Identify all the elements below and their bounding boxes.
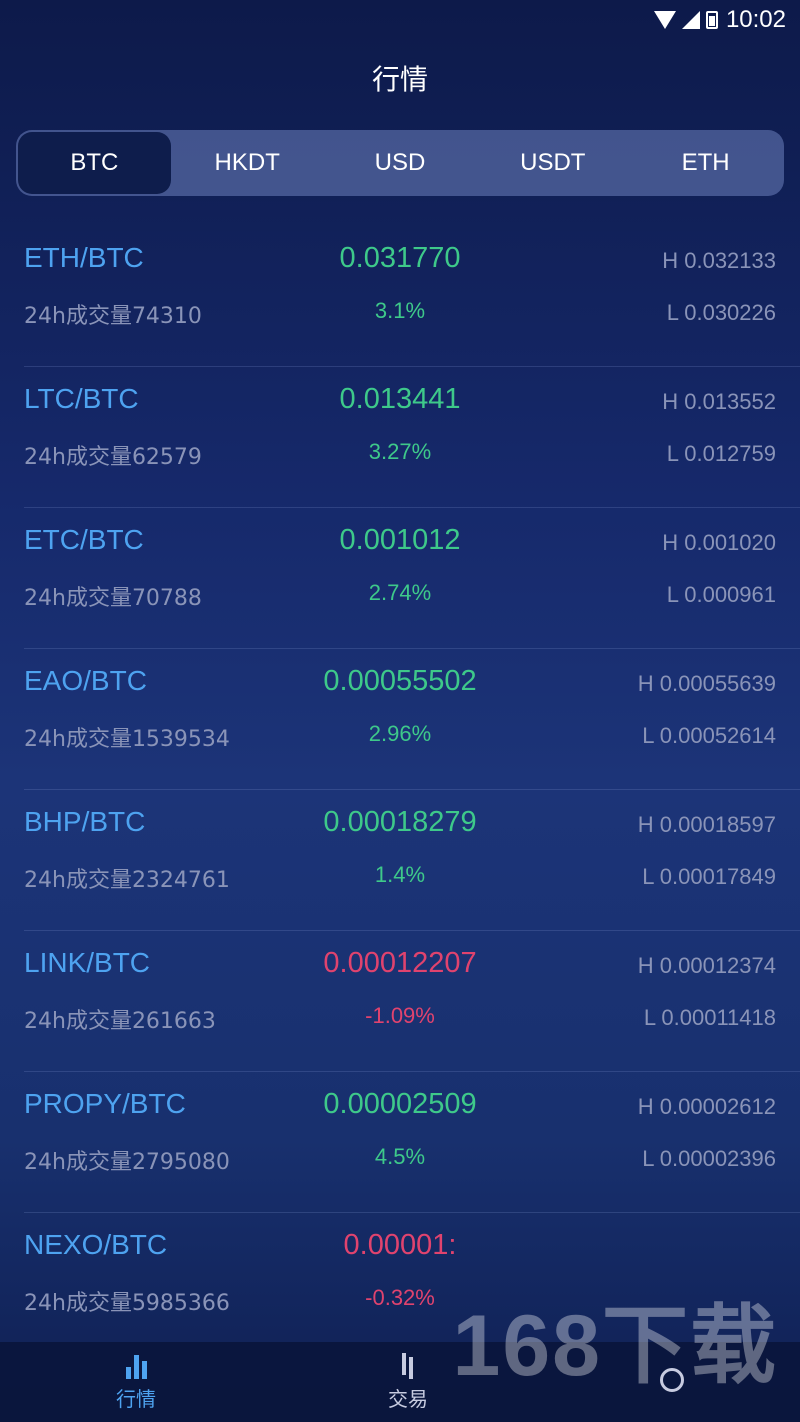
change-percent: -0.32%	[365, 1285, 435, 1310]
low-price: L 0.00011418	[643, 1005, 776, 1030]
low-price: L 0.00002396	[642, 1146, 776, 1171]
pair-name: ETC/BTC	[24, 524, 144, 555]
pair-name: PROPY/BTC	[24, 1088, 186, 1119]
high-price: H 0.00012374	[637, 953, 776, 978]
last-price: 0.00002509	[323, 1088, 477, 1120]
pair-name: LINK/BTC	[24, 947, 151, 978]
change-percent: 1.4%	[374, 862, 426, 887]
high-price: H 0.00018597	[637, 812, 776, 837]
high-price: H 0.00055639	[637, 671, 776, 696]
market-row[interactable]: PROPY/BTC 24h成交量2795080 0.00002509 4.5% …	[24, 1072, 800, 1213]
tab-btc[interactable]: BTC	[18, 132, 171, 194]
market-list: ETH/BTC 24h成交量74310 0.031770 3.1% H 0.03…	[0, 226, 800, 1354]
change-percent: 4.5%	[374, 1144, 426, 1169]
signal-icon	[681, 11, 700, 29]
status-bar: 10:02	[0, 0, 800, 40]
volume-24h: 24h成交量74310	[24, 304, 202, 329]
change-percent: 3.1%	[374, 298, 426, 323]
wifi-icon	[653, 11, 676, 29]
low-price: L 0.00017849	[642, 864, 776, 889]
change-percent: 2.74%	[368, 580, 432, 605]
battery-icon	[705, 11, 718, 29]
low-price: L 0.000961	[666, 582, 776, 607]
last-price: 0.00001:	[343, 1229, 457, 1261]
market-row[interactable]: ETC/BTC 24h成交量70788 0.001012 2.74% H 0.0…	[24, 508, 800, 649]
watermark: 168下载	[452, 1298, 778, 1394]
last-price: 0.00055502	[323, 665, 477, 697]
low-price: L 0.030226	[666, 300, 776, 325]
high-price: H 0.001020	[662, 530, 776, 555]
pair-name: ETH/BTC	[24, 242, 144, 273]
market-row[interactable]: LTC/BTC 24h成交量62579 0.013441 3.27% H 0.0…	[24, 367, 800, 508]
volume-24h: 24h成交量62579	[24, 445, 202, 470]
market-row[interactable]: ETH/BTC 24h成交量74310 0.031770 3.1% H 0.03…	[24, 226, 800, 367]
pair-name: LTC/BTC	[24, 383, 139, 414]
nav-trade[interactable]: 交易	[388, 1352, 428, 1412]
market-row[interactable]: BHP/BTC 24h成交量2324761 0.00018279 1.4% H …	[24, 790, 800, 931]
tab-hkdt[interactable]: HKDT	[171, 132, 324, 194]
high-price: H 0.013552	[662, 389, 776, 414]
trade-icon	[395, 1352, 421, 1379]
pair-name: BHP/BTC	[24, 806, 146, 837]
last-price: 0.001012	[339, 524, 461, 556]
last-price: 0.013441	[339, 383, 461, 415]
volume-24h: 24h成交量261663	[24, 1009, 216, 1034]
currency-tabs: BTC HKDT USD USDT ETH	[16, 130, 784, 196]
market-row[interactable]: LINK/BTC 24h成交量261663 0.00012207 -1.09% …	[24, 931, 800, 1072]
last-price: 0.00012207	[323, 947, 477, 979]
low-price: L 0.00052614	[642, 723, 776, 748]
bar-chart-icon	[125, 1353, 147, 1379]
last-price: 0.031770	[339, 242, 461, 274]
page-title: 行情	[371, 63, 428, 96]
change-percent: 2.96%	[368, 721, 432, 746]
status-time: 10:02	[725, 6, 786, 33]
volume-24h: 24h成交量2795080	[24, 1150, 230, 1175]
tab-eth[interactable]: ETH	[629, 132, 782, 194]
volume-24h: 24h成交量1539534	[24, 727, 230, 752]
change-percent: -1.09%	[365, 1003, 435, 1028]
pair-name: NEXO/BTC	[24, 1229, 168, 1260]
low-price: L 0.012759	[666, 441, 776, 466]
high-price: H 0.00002612	[637, 1094, 776, 1119]
tab-usd[interactable]: USD	[324, 132, 477, 194]
status-icons	[653, 11, 718, 29]
volume-24h: 24h成交量2324761	[24, 868, 230, 893]
nav-trade-label: 交易	[388, 1386, 428, 1411]
change-percent: 3.27%	[368, 439, 432, 464]
nav-market-label: 行情	[116, 1386, 156, 1411]
pair-name: EAO/BTC	[24, 665, 147, 696]
volume-24h: 24h成交量5985366	[24, 1291, 230, 1316]
volume-24h: 24h成交量70788	[24, 586, 202, 611]
nav-market[interactable]: 行情	[116, 1353, 156, 1412]
high-price: H 0.032133	[662, 248, 776, 273]
market-row[interactable]: EAO/BTC 24h成交量1539534 0.00055502 2.96% H…	[24, 649, 800, 790]
tab-usdt[interactable]: USDT	[476, 132, 629, 194]
last-price: 0.00018279	[323, 806, 477, 838]
